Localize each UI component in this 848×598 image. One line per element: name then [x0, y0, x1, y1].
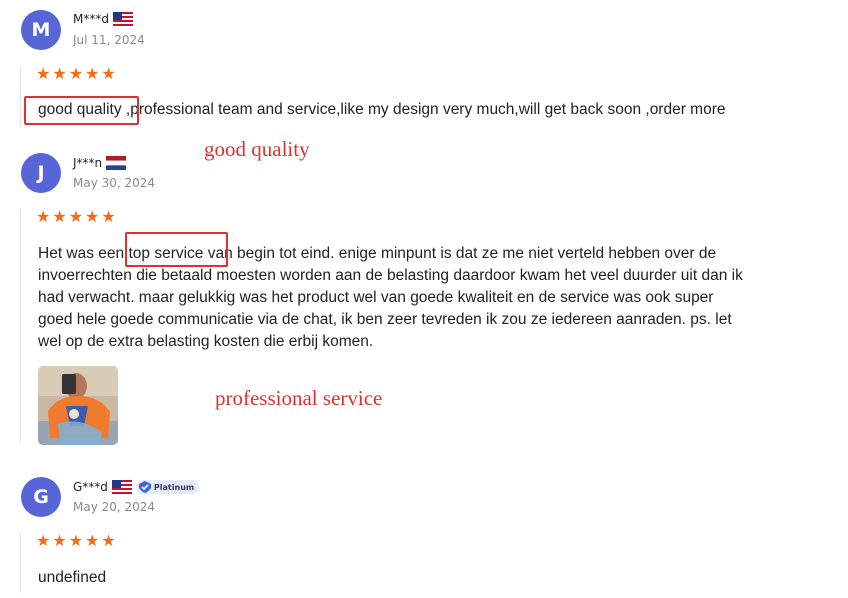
platinum-badge: Platinum: [135, 480, 200, 494]
avatar: G: [21, 477, 61, 517]
review-photo[interactable]: [38, 366, 118, 445]
star-rating: ★ ★ ★ ★ ★: [36, 210, 116, 226]
review-text: good quality ,professional team and serv…: [38, 99, 726, 121]
star-icon: ★: [36, 533, 51, 550]
reviewer-name-row: J***n: [73, 155, 127, 171]
avatar: J: [21, 153, 61, 193]
star-icon: ★: [68, 66, 84, 83]
star-icon: ★: [52, 533, 67, 550]
divider-line: [20, 533, 21, 593]
reviewer-name: M***d: [73, 12, 109, 26]
divider-line: [20, 66, 21, 126]
review-date: May 30, 2024: [73, 176, 156, 190]
verified-check-icon: [138, 481, 151, 493]
star-icon: ★: [85, 66, 100, 83]
star-icon: ★: [101, 66, 116, 83]
reviewer-name-row: M***d: [73, 11, 133, 27]
nl-flag-icon: [106, 156, 127, 170]
highlight-box: [24, 96, 139, 125]
us-flag-icon: [112, 12, 133, 26]
reviewer-name-row: G***d Platinum: [73, 479, 200, 495]
reviewer-name: G***d: [73, 480, 108, 494]
review-date: Jul 11, 2024: [73, 33, 145, 47]
star-icon: ★: [85, 533, 100, 550]
star-icon: ★: [36, 66, 51, 83]
us-flag-icon: [111, 480, 132, 494]
review-text-line: wel op de extra belasting kosten die erb…: [38, 333, 374, 350]
review-text-line: goed hele goede communicatie via de chat…: [38, 311, 732, 328]
badge-label: Platinum: [153, 482, 195, 492]
avatar: M: [21, 10, 61, 50]
star-icon: ★: [68, 533, 84, 550]
review-text-rest: ,professional team and service,like my d…: [121, 101, 726, 118]
annotation-label: good quality: [204, 137, 310, 161]
review-photo-image: [38, 366, 118, 445]
star-icon: ★: [85, 209, 100, 226]
star-icon: ★: [101, 533, 116, 550]
review-text-line: had verwacht. maar gelukkig was het prod…: [38, 289, 714, 306]
star-icon: ★: [52, 66, 67, 83]
highlight-box: [125, 232, 228, 267]
star-icon: ★: [101, 209, 116, 226]
review-text: undefined: [38, 569, 107, 586]
review-date: May 20, 2024: [73, 500, 156, 514]
star-icon: ★: [68, 209, 84, 226]
star-icon: ★: [52, 209, 67, 226]
review-text-line: invoerrechten die betaald moesten worden…: [38, 267, 743, 284]
reviewer-name: J***n: [73, 156, 103, 170]
star-icon: ★: [36, 209, 51, 226]
star-rating: ★ ★ ★ ★ ★: [36, 534, 116, 550]
star-rating: ★ ★ ★ ★ ★: [36, 67, 116, 83]
annotation-label: professional service: [215, 386, 383, 410]
divider-line: [20, 209, 21, 443]
